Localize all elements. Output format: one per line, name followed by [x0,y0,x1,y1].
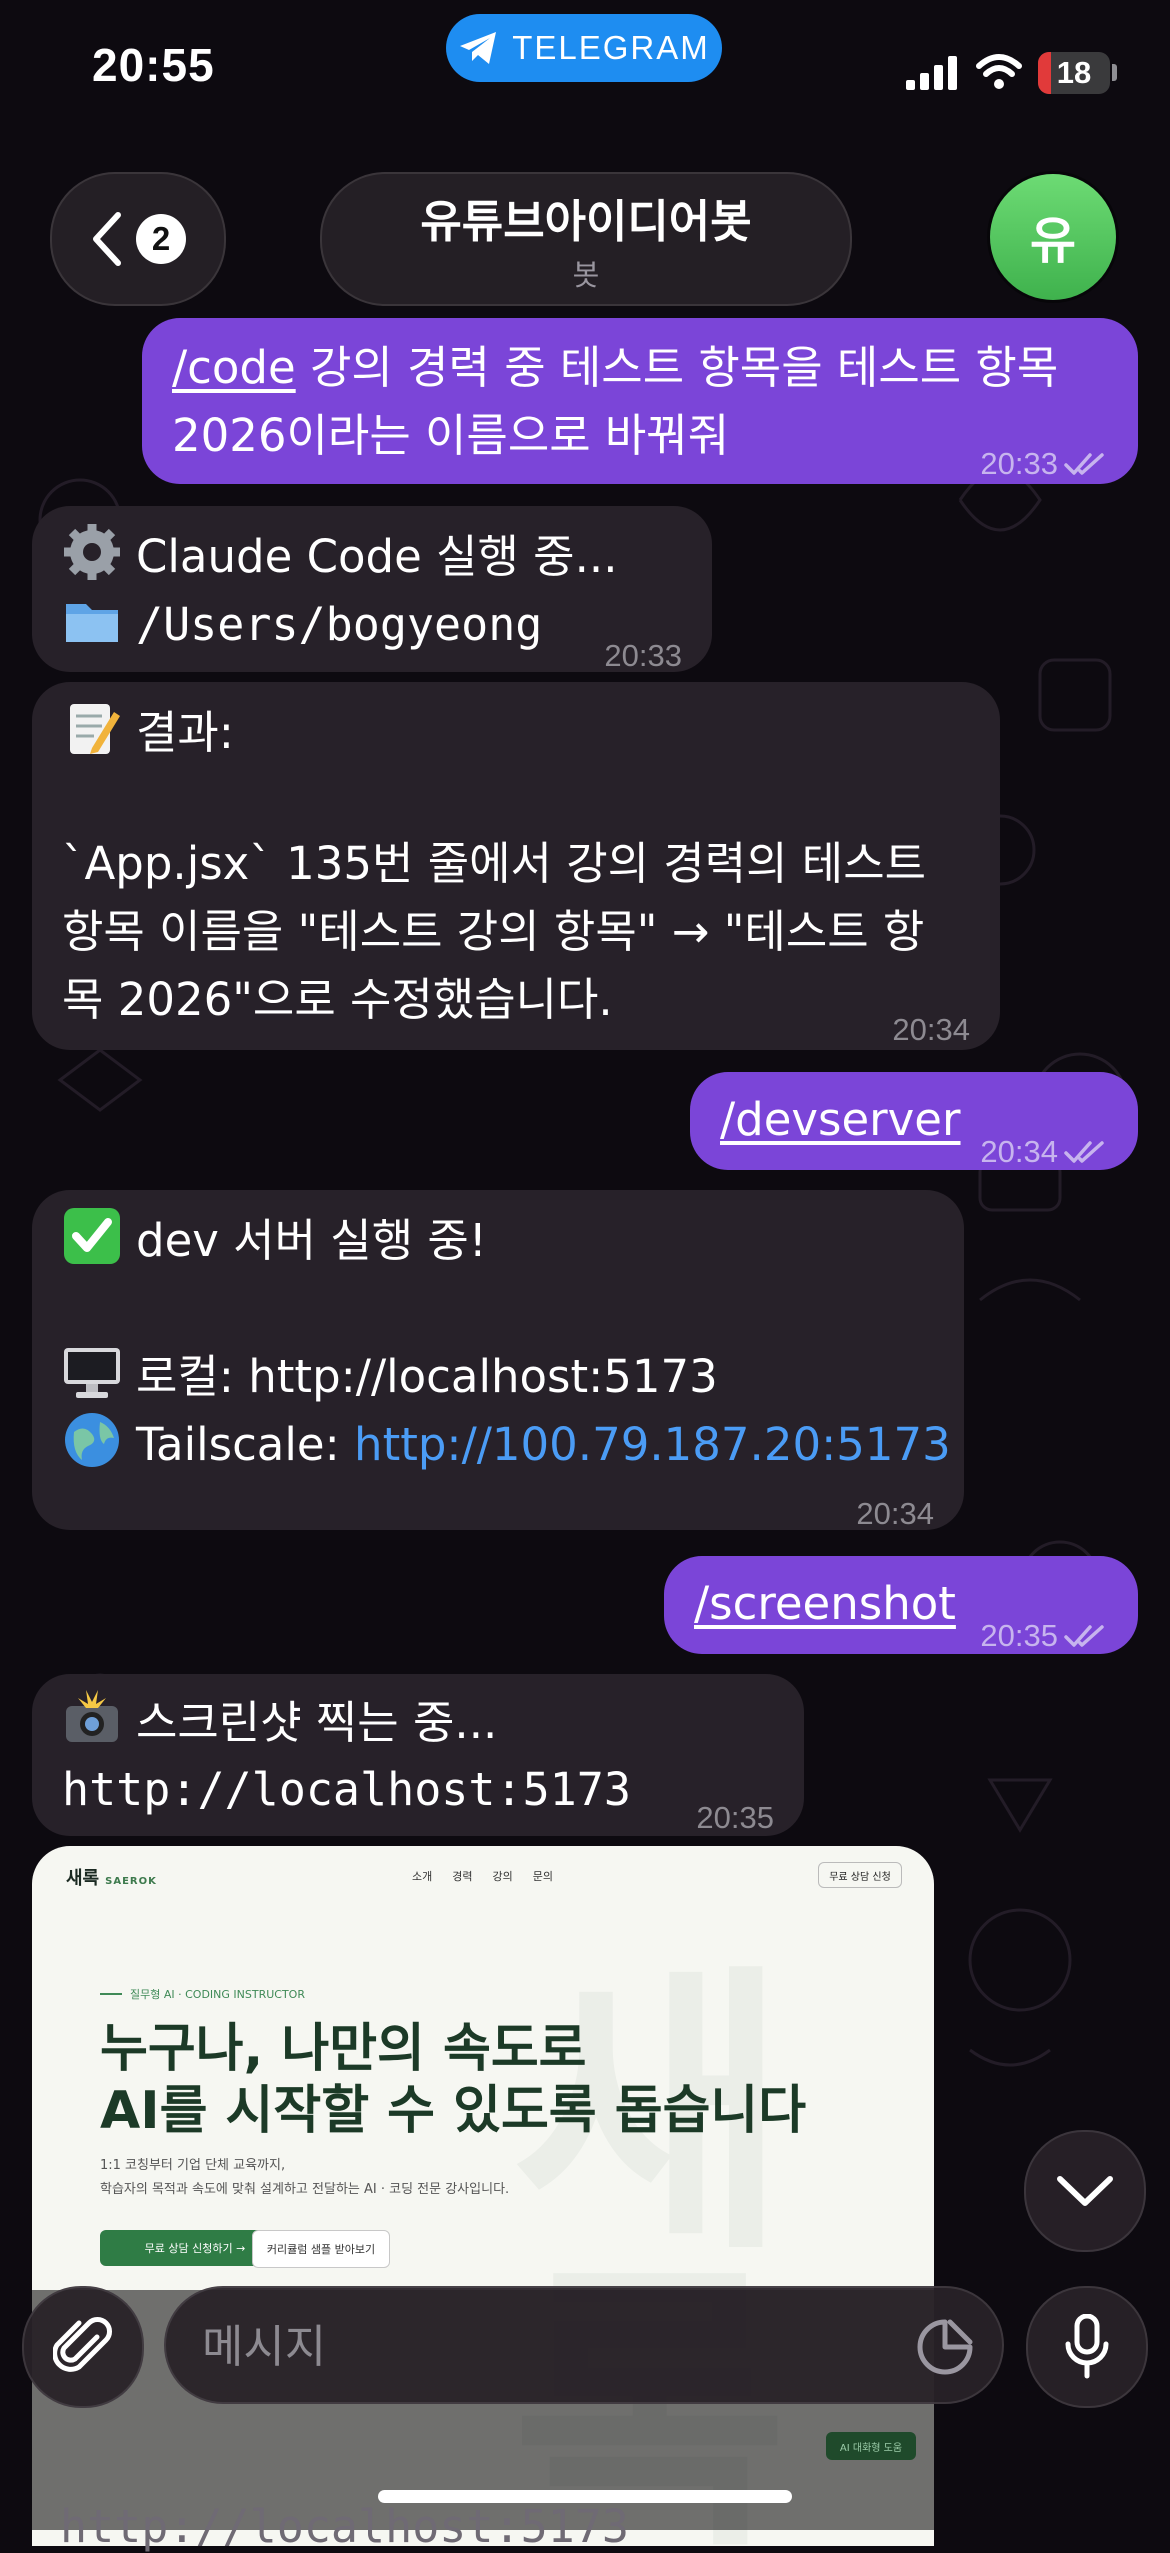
message-time: 20:34 [980,1134,1058,1169]
screenshot-caption: http://localhost:5173 [60,2500,629,2553]
site-nav-item: 강의 [492,1870,513,1883]
site-nav-item: 소개 [412,1870,433,1883]
chevron-down-icon [1057,2176,1113,2206]
attach-button[interactable] [22,2286,144,2408]
globe-icon [65,1413,119,1467]
message-text: dev 서버 실행 중! [136,1214,487,1267]
voice-message-button[interactable] [1026,2286,1148,2408]
message-text: 2026이라는 이름으로 바꿔줘 [172,409,730,462]
message-meta: 20:33 [980,430,1108,498]
message-time: 20:34 [856,1496,934,1531]
gear-icon [64,524,120,580]
home-indicator [378,2490,792,2503]
site-nav-item: 문의 [532,1870,553,1883]
site-chat-badge: AI 대화형 도움 [826,2432,916,2460]
message-bubble-incoming[interactable]: Claude Code 실행 중... /Users/bogyeong 20:3… [32,506,712,673]
double-check-icon [1064,1625,1104,1647]
message-time: 20:33 [604,638,682,673]
site-secondary-button: 커리큘럼 샘플 받아보기 [252,2230,390,2268]
site-nav-item: 경력 [452,1870,473,1883]
battery-percent: 18 [1056,55,1092,90]
cellular-signal-icon [906,56,957,90]
check-mark-button-icon [64,1208,120,1264]
site-logo: 새록 SAEROK [66,1868,157,1889]
site-tagline: 질무형 AI · CODING INSTRUCTOR [100,1986,305,2002]
message-text: /Users/bogyeong [136,598,543,651]
microphone-icon [1065,2314,1109,2379]
back-button[interactable]: 2 [50,172,226,306]
message-text: 강의 경력 중 테스트 항목을 테스트 항목 [295,341,1059,394]
message-text: 로컬: http://localhost:5173 [136,1350,718,1403]
message-text: Claude Code 실행 중... [136,530,618,583]
memo-icon [70,704,120,754]
bot-avatar[interactable]: 유 [990,174,1116,300]
status-time: 20:55 [92,39,215,91]
message-input[interactable] [200,2288,884,2404]
paperclip-icon [53,2317,112,2372]
message-text: 결과: [136,706,234,759]
desktop-computer-icon [64,1348,120,1398]
message-text: 목 2026"으로 수정했습니다. [62,973,613,1026]
double-check-icon [1064,453,1104,475]
site-nav: 소개 경력 강의 문의 [412,1868,553,1884]
message-time: 20:33 [980,446,1058,481]
site-headline: 누구나, 나만의 속도로 AI를 시작할 수 있도록 돕습니다 [100,2019,807,2141]
site-cta-button: 무료 상담 신청 [818,1862,902,1888]
camera-flash-icon [66,1690,118,1742]
message-time: 20:35 [696,1800,774,1835]
tailscale-url-link[interactable]: http://100.79.187.20:5173 [354,1418,951,1471]
wifi-icon [976,54,1022,89]
message-meta: 20:34 [980,1118,1108,1186]
sticker-icon[interactable] [916,2318,974,2376]
folder-icon [66,604,118,642]
message-bubble-outgoing[interactable]: /screenshot 20:35 [664,1556,1138,1654]
telegram-icon [460,32,497,64]
chat-title-pill[interactable]: 유튜브아이디어봇 봇 [320,172,852,306]
unread-count-badge: 2 [136,214,186,264]
message-input-field[interactable] [164,2286,1004,2404]
message-bubble-incoming[interactable]: dev 서버 실행 중! 로컬: http://localhost:5173 T… [32,1190,964,1531]
message-meta: 20:35 [980,1602,1108,1670]
message-bubble-incoming[interactable]: 스크린샷 찍는 중... http://localhost:5173 20:35 [32,1674,804,1836]
message-bubble-outgoing[interactable]: /devserver 20:34 [690,1072,1138,1170]
command-link[interactable]: /code [172,341,296,394]
command-link[interactable]: /devserver [720,1093,961,1146]
scroll-to-bottom-button[interactable] [1024,2130,1146,2252]
message-time: 20:35 [980,1618,1058,1653]
message-bubble-outgoing[interactable]: /code 강의 경력 중 테스트 항목을 테스트 항목 2026이라는 이름으… [142,318,1138,484]
message-text: `App.jsx` 135번 줄에서 강의 경력의 테스트 [62,837,927,890]
message-time: 20:34 [892,1012,970,1047]
message-text: 스크린샷 찍는 중... [136,1696,498,1749]
chat-subtitle: 봇 [572,257,600,292]
message-text: 항목 이름을 "테스트 강의 항목" → "테스트 항 [62,905,925,958]
chevron-left-icon [93,212,121,266]
message-text: http://localhost:5173 [62,1763,631,1816]
chat-title: 유튜브아이디어봇 [420,194,752,248]
message-bubble-incoming[interactable]: 결과: `App.jsx` 135번 줄에서 강의 경력의 테스트 항목 이름을… [32,682,1000,1050]
battery-indicator: 18 [1038,52,1110,94]
telegram-label: TELEGRAM [512,29,710,66]
command-link[interactable]: /screenshot [694,1577,956,1630]
telegram-return-pill[interactable]: TELEGRAM [446,14,722,82]
double-check-icon [1064,1141,1104,1163]
battery-tip [1112,64,1117,81]
site-description: 1:1 코칭부터 기업 단체 교육까지, 학습자의 목적과 속도에 맞춰 설계하… [100,2158,510,2197]
message-text: Tailscale: [136,1418,355,1471]
